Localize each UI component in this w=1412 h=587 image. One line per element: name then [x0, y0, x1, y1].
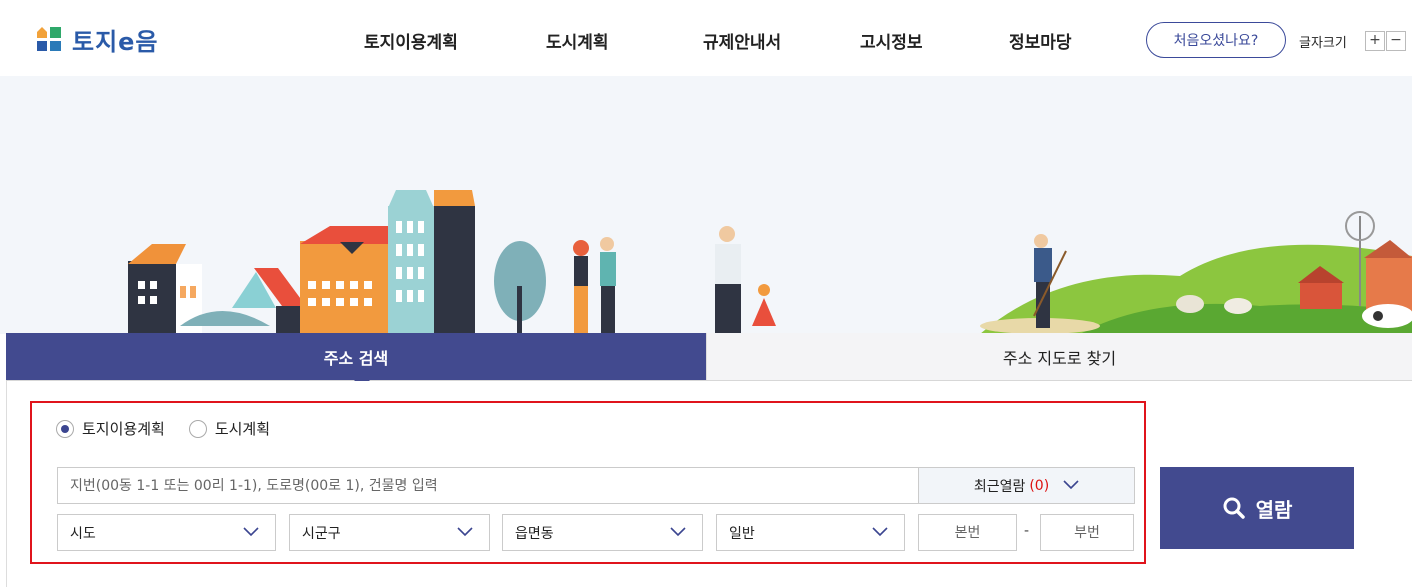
font-size-label: 글자크기: [1299, 36, 1347, 51]
select-eupmyeondong[interactable]: 읍면동: [502, 514, 703, 551]
nav-land-use-plan[interactable]: 토지이용계획: [364, 28, 458, 53]
font-increase-button[interactable]: +: [1365, 31, 1385, 51]
hero-illustration: [0, 76, 1412, 334]
chevron-down-icon: [670, 525, 686, 541]
select-sido-value: 시도: [70, 525, 96, 542]
tab-map-search[interactable]: 주소 지도로 찾기: [706, 333, 1412, 380]
select-land-type[interactable]: 일반: [716, 514, 905, 551]
font-decrease-button[interactable]: −: [1386, 31, 1406, 51]
recent-view-count: (0): [1029, 477, 1050, 494]
select-eupmyeondong-value: 읍면동: [515, 525, 554, 542]
chevron-down-icon: [457, 525, 473, 541]
logo-text: 토지e음: [72, 27, 159, 56]
plan-type-radio-group: 토지이용계획 도시계획: [56, 418, 294, 439]
select-land-type-value: 일반: [729, 525, 755, 542]
recent-view-label: 최근열람: [973, 478, 1026, 495]
chevron-down-icon: [1063, 478, 1079, 494]
radio-land-use-plan[interactable]: [56, 419, 74, 438]
first-visit-button[interactable]: 처음오셨나요?: [1146, 22, 1286, 58]
top-header: 토지e음 토지이용계획 도시계획 규제안내서 고시정보 정보마당 처음오셨나요?…: [0, 0, 1412, 76]
address-search-input[interactable]: [57, 467, 919, 504]
nav-regulation-guide[interactable]: 규제안내서: [703, 28, 781, 53]
nav-urban-plan[interactable]: 도시계획: [546, 28, 609, 53]
view-button-label: 열람: [1255, 499, 1293, 522]
logo-icon: [34, 24, 64, 54]
view-button[interactable]: 열람: [1160, 467, 1354, 549]
search-icon: [1223, 497, 1245, 519]
main-number-input[interactable]: [918, 514, 1017, 551]
site-logo[interactable]: 토지e음: [34, 23, 159, 56]
town-illustration: [128, 190, 1412, 334]
sub-number-input[interactable]: [1040, 514, 1134, 551]
radio-land-use-plan-label[interactable]: 토지이용계획: [82, 418, 165, 439]
radio-urban-plan-label[interactable]: 도시계획: [215, 418, 270, 439]
recent-view-dropdown[interactable]: 최근열람 (0): [918, 467, 1135, 504]
nav-info-plaza[interactable]: 정보마당: [1009, 28, 1072, 53]
tab-address-search[interactable]: 주소 검색: [6, 333, 706, 388]
nav-notice-info[interactable]: 고시정보: [860, 28, 923, 53]
select-sigungu-value: 시군구: [302, 525, 341, 542]
chevron-down-icon: [872, 525, 888, 541]
radio-urban-plan[interactable]: [188, 419, 207, 438]
chevron-down-icon: [243, 525, 259, 541]
search-tabs: 주소 검색 주소 지도로 찾기: [6, 333, 1412, 388]
number-separator: -: [1024, 523, 1030, 539]
select-sido[interactable]: 시도: [57, 514, 276, 551]
select-sigungu[interactable]: 시군구: [289, 514, 490, 551]
